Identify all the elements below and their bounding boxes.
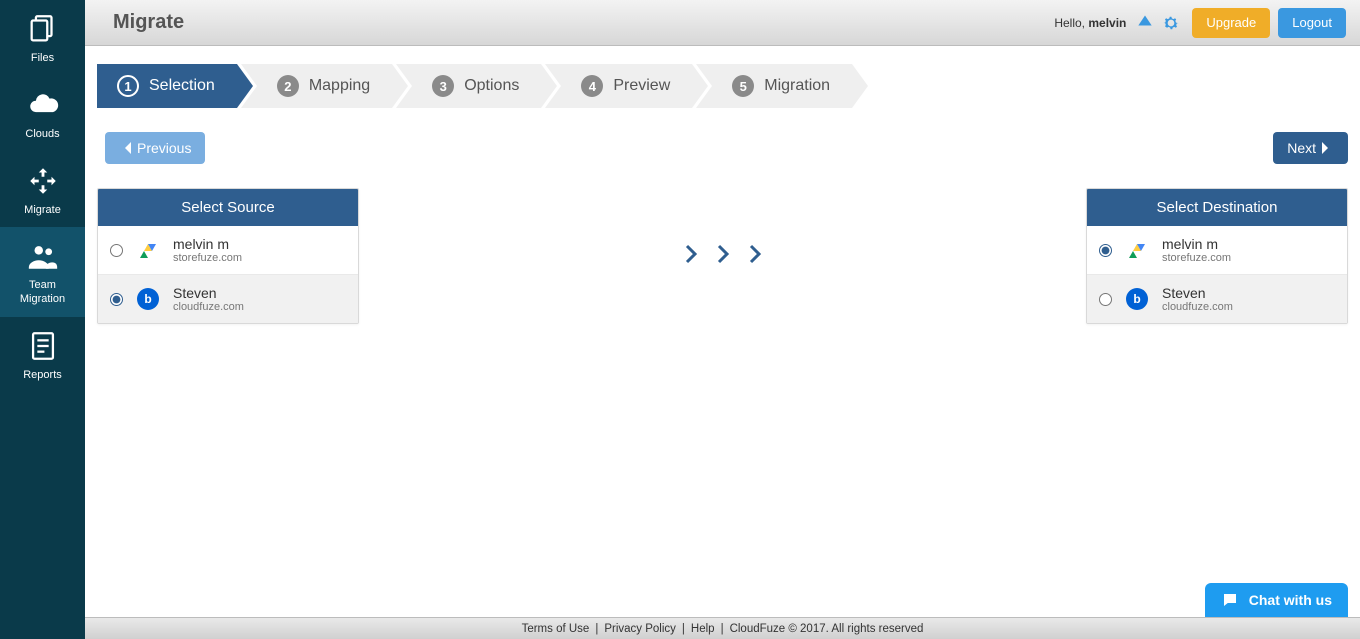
- chat-icon: [1221, 591, 1239, 609]
- sidebar-item-clouds[interactable]: Clouds: [0, 76, 85, 152]
- brand-icon[interactable]: [1134, 12, 1156, 34]
- account-domain: cloudfuze.com: [173, 301, 244, 313]
- sidebar: Files Clouds Migrate Team Migration Repo…: [0, 0, 85, 639]
- chevron-right-icon: [1320, 141, 1330, 155]
- footer-copyright: CloudFuze © 2017. All rights reserved: [730, 623, 924, 635]
- greeting-username: melvin: [1088, 16, 1126, 30]
- step-migration[interactable]: 5 Migration: [696, 64, 852, 108]
- destination-row[interactable]: b Steven cloudfuze.com: [1087, 274, 1347, 323]
- source-radio[interactable]: [110, 244, 123, 257]
- migrate-icon: [26, 164, 60, 198]
- source-row[interactable]: b Steven cloudfuze.com: [98, 274, 358, 323]
- account-name: melvin m: [1162, 236, 1231, 252]
- page-title: Migrate: [113, 11, 184, 34]
- box-icon: b: [1124, 286, 1150, 312]
- greeting: Hello, melvin: [1054, 16, 1126, 30]
- account-name: Steven: [173, 285, 244, 301]
- chat-widget[interactable]: Chat with us: [1205, 583, 1348, 617]
- sidebar-item-label: Migrate: [0, 204, 85, 218]
- source-radio[interactable]: [110, 293, 123, 306]
- previous-label: Previous: [137, 140, 191, 156]
- files-icon: [26, 12, 60, 46]
- settings-icon[interactable]: [1160, 12, 1182, 34]
- step-number: 2: [277, 75, 299, 97]
- footer: Terms of Use | Privacy Policy | Help | C…: [85, 617, 1360, 639]
- content: 1 Selection 2 Mapping 3 Options 4 Previe…: [85, 46, 1360, 617]
- gdrive-icon: [135, 237, 161, 263]
- step-label: Selection: [149, 77, 215, 95]
- step-label: Migration: [764, 77, 830, 95]
- step-preview[interactable]: 4 Preview: [545, 64, 692, 108]
- sidebar-item-label: Team Migration: [0, 279, 85, 307]
- wizard-steps: 1 Selection 2 Mapping 3 Options 4 Previe…: [97, 64, 1348, 108]
- account-name: melvin m: [173, 236, 242, 252]
- previous-button[interactable]: Previous: [105, 132, 205, 164]
- main: Migrate Hello, melvin Upgrade Logout 1 S…: [85, 0, 1360, 639]
- source-row[interactable]: melvin m storefuze.com: [98, 226, 358, 274]
- account-domain: cloudfuze.com: [1162, 301, 1233, 313]
- step-number: 1: [117, 75, 139, 97]
- sidebar-item-files[interactable]: Files: [0, 0, 85, 76]
- logout-button[interactable]: Logout: [1278, 8, 1346, 38]
- source-panel: Select Source melvin m storefuze.com b: [97, 188, 359, 324]
- step-label: Mapping: [309, 77, 370, 95]
- destination-radio[interactable]: [1099, 244, 1112, 257]
- team-icon: [26, 239, 60, 273]
- next-button[interactable]: Next: [1273, 132, 1348, 164]
- wizard-nav: Previous Next: [97, 132, 1348, 164]
- svg-text:b: b: [1133, 292, 1140, 306]
- step-number: 5: [732, 75, 754, 97]
- topbar: Migrate Hello, melvin Upgrade Logout: [85, 0, 1360, 46]
- sidebar-item-migrate[interactable]: Migrate: [0, 152, 85, 228]
- step-label: Options: [464, 77, 519, 95]
- footer-tos-link[interactable]: Terms of Use: [522, 623, 590, 635]
- box-icon: b: [135, 286, 161, 312]
- source-header: Select Source: [98, 189, 358, 226]
- destination-header: Select Destination: [1087, 189, 1347, 226]
- sidebar-item-label: Clouds: [0, 128, 85, 142]
- sidebar-item-team-migration[interactable]: Team Migration: [0, 227, 85, 317]
- account-name: Steven: [1162, 285, 1233, 301]
- account-domain: storefuze.com: [173, 252, 242, 264]
- next-label: Next: [1287, 140, 1316, 156]
- chat-label: Chat with us: [1249, 592, 1332, 608]
- step-mapping[interactable]: 2 Mapping: [241, 64, 392, 108]
- step-number: 4: [581, 75, 603, 97]
- sidebar-item-label: Files: [0, 52, 85, 66]
- panels: Select Source melvin m storefuze.com b: [97, 188, 1348, 324]
- destination-row[interactable]: melvin m storefuze.com: [1087, 226, 1347, 274]
- reports-icon: [26, 329, 60, 363]
- svg-text:b: b: [144, 292, 151, 306]
- account-domain: storefuze.com: [1162, 252, 1231, 264]
- step-options[interactable]: 3 Options: [396, 64, 541, 108]
- step-selection[interactable]: 1 Selection: [97, 64, 237, 108]
- sidebar-item-label: Reports: [0, 369, 85, 383]
- sidebar-item-reports[interactable]: Reports: [0, 317, 85, 393]
- footer-privacy-link[interactable]: Privacy Policy: [604, 623, 676, 635]
- step-number: 3: [432, 75, 454, 97]
- footer-help-link[interactable]: Help: [691, 623, 715, 635]
- destination-panel: Select Destination melvin m storefuze.co…: [1086, 188, 1348, 324]
- upgrade-button[interactable]: Upgrade: [1192, 8, 1270, 38]
- greeting-prefix: Hello,: [1054, 16, 1088, 30]
- gdrive-icon: [1124, 237, 1150, 263]
- step-label: Preview: [613, 77, 670, 95]
- destination-radio[interactable]: [1099, 293, 1112, 306]
- chevron-left-icon: [123, 141, 133, 155]
- transfer-arrows-icon: [679, 242, 767, 266]
- cloud-icon: [26, 88, 60, 122]
